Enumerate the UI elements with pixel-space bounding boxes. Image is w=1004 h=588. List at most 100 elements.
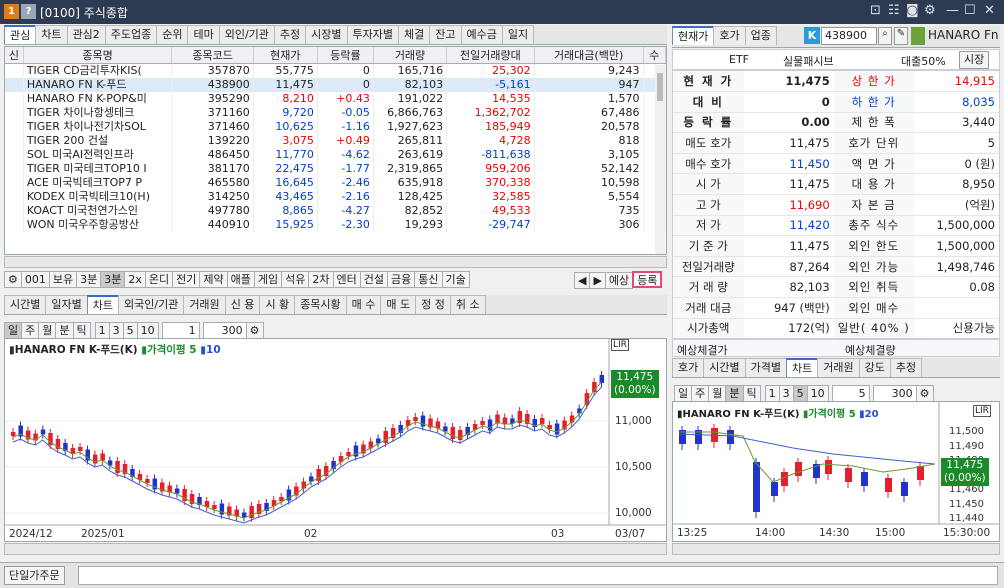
table-row[interactable]: HANARO FN K-푸드 438900 11,475 0 82,103 -5,161 9… xyxy=(5,78,666,92)
next-arrow-icon[interactable]: ▶ xyxy=(589,272,606,289)
column-header[interactable]: 종목코드 xyxy=(171,47,254,64)
period-button[interactable]: 주 xyxy=(691,385,710,402)
interval-button[interactable]: 3 xyxy=(778,385,794,402)
group-button[interactable]: 애플 xyxy=(226,271,255,288)
tab-5[interactable]: 테마 xyxy=(187,25,220,44)
watchlist-hscroll[interactable] xyxy=(4,256,667,268)
quote-tab-2[interactable]: 업종 xyxy=(744,26,777,45)
mini-tab-6[interactable]: 추정 xyxy=(889,358,923,377)
interval-button[interactable]: 1 xyxy=(94,322,110,339)
table-row[interactable]: ACE 미국빅테크TOP7 P 465580 16,645 -2.46 635,918 3… xyxy=(5,176,666,190)
column-header[interactable]: 거래량 xyxy=(373,47,448,64)
column-header[interactable]: 신 xyxy=(5,47,24,64)
table-row[interactable]: TIGER 200 건설 139220 3,075 +0.49 265,811 4,728… xyxy=(5,134,666,148)
tab-9[interactable]: 투자자별 xyxy=(346,25,400,44)
column-header[interactable]: 등락률 xyxy=(317,47,374,64)
interval-select[interactable]: 5 xyxy=(831,385,870,402)
group-button[interactable]: 게임 xyxy=(253,271,283,288)
register-button[interactable]: 등록 xyxy=(632,271,663,288)
prev-arrow-icon[interactable]: ◀ xyxy=(574,272,591,289)
help-icon[interactable]: ? xyxy=(21,4,36,19)
subtab-9[interactable]: 매 도 xyxy=(380,295,417,314)
interval-button[interactable]: 10 xyxy=(806,385,829,402)
table-row[interactable]: KODEX 미국빅테크10(H) 314250 43,465 -2.16 128,425… xyxy=(5,190,666,204)
mini-tab-2[interactable]: 가격별 xyxy=(744,358,787,377)
maximize-icon[interactable]: ☐ xyxy=(964,3,976,18)
group-button[interactable]: 금융 xyxy=(387,271,416,288)
period-button[interactable]: 분 xyxy=(725,385,744,402)
tab-10[interactable]: 체결 xyxy=(398,25,431,44)
interval-button[interactable]: 1 xyxy=(764,385,780,402)
stock-code-input[interactable]: 438900 xyxy=(821,27,877,45)
group-button[interactable]: 001 xyxy=(20,271,50,288)
search-icon[interactable]: ⌕ xyxy=(878,27,892,45)
mini-option-box[interactable]: LIR xyxy=(973,405,991,417)
market-button[interactable]: 시장 xyxy=(959,51,990,69)
minimize-icon[interactable]: — xyxy=(946,3,959,18)
group-button[interactable]: 보유 xyxy=(48,271,78,288)
subtab-3[interactable]: 외국인/기관 xyxy=(118,295,185,314)
group-button[interactable]: 2x xyxy=(124,271,146,288)
chart-hscroll[interactable] xyxy=(4,543,667,555)
watchlist-scrollbar[interactable] xyxy=(655,65,665,254)
mini-hscroll[interactable] xyxy=(672,543,1000,555)
column-header[interactable]: 거래대금(백만) xyxy=(534,47,644,64)
group-button[interactable]: 석유 xyxy=(281,271,310,288)
group-button[interactable]: 건설 xyxy=(359,271,389,288)
table-row[interactable]: TIGER 차이나항셍테크 371160 9,720 -0.05 6,866,763 1,… xyxy=(5,106,666,120)
link-icon[interactable]: ⊡ xyxy=(870,3,881,18)
subtab-0[interactable]: 시간별 xyxy=(4,295,47,314)
group-button[interactable]: 2차 xyxy=(308,271,334,288)
tab-2[interactable]: 관심2 xyxy=(66,25,106,44)
period-button[interactable]: 틱 xyxy=(72,322,91,339)
period-button[interactable]: 분 xyxy=(55,322,74,339)
chart-option-box[interactable]: LIR xyxy=(611,339,629,351)
group-button[interactable]: 제약 xyxy=(199,271,228,288)
group-button[interactable]: 3분 xyxy=(100,271,126,288)
table-row[interactable]: TIGER 미국테크TOP10 I 381170 22,475 -1.77 2,319,… xyxy=(5,162,666,176)
subtab-5[interactable]: 신 용 xyxy=(224,295,261,314)
interval-button[interactable]: 5 xyxy=(792,385,808,402)
memo-icon[interactable]: ☷ xyxy=(888,3,900,18)
subtab-11[interactable]: 취 소 xyxy=(449,295,486,314)
chart-settings-icon[interactable]: ⚙ xyxy=(245,322,264,339)
tab-3[interactable]: 주도업종 xyxy=(104,25,158,44)
subtab-2[interactable]: 차트 xyxy=(86,295,119,314)
count-input[interactable]: 300 xyxy=(202,322,247,339)
group-button[interactable]: 통신 xyxy=(414,271,443,288)
group-button[interactable]: 기술 xyxy=(441,271,470,288)
tab-8[interactable]: 시장별 xyxy=(305,25,348,44)
camera-icon[interactable]: ◙ xyxy=(906,3,919,18)
interval-button[interactable]: 3 xyxy=(108,322,124,339)
column-header[interactable]: 수 xyxy=(643,47,666,64)
mini-tab-0[interactable]: 호가 xyxy=(672,358,705,377)
quote-tab-0[interactable]: 현재가 xyxy=(672,26,715,45)
column-header[interactable]: 현재가 xyxy=(253,47,318,64)
period-button[interactable]: 월 xyxy=(708,385,727,402)
k-icon[interactable]: K xyxy=(804,27,820,44)
group-button[interactable]: 3분 xyxy=(76,271,102,288)
count-input[interactable]: 300 xyxy=(872,385,917,402)
gear-icon[interactable]: ⚙ xyxy=(4,271,22,288)
period-button[interactable]: 일 xyxy=(4,322,23,339)
tab-0[interactable]: 관심 xyxy=(4,25,37,44)
daily-chart[interactable]: ▮HANARO FN K-푸드(K) ▮가격이평 5 ▮10 LIR 11,47… xyxy=(4,338,667,542)
interval-button[interactable]: 10 xyxy=(136,322,159,339)
settings-icon[interactable]: ⚙ xyxy=(924,3,936,18)
tab-6[interactable]: 외인/기관 xyxy=(218,25,275,44)
table-row[interactable]: SOL 미국AI전력인프라 486450 11,770 -4.62 263,619 -81… xyxy=(5,148,666,162)
intraday-chart[interactable]: ▮HANARO FN K-푸드(K) ▮가격이평 5 ▮20 LIR 11,50… xyxy=(672,401,1000,542)
subtab-1[interactable]: 일자별 xyxy=(45,295,88,314)
column-header[interactable]: 종목명 xyxy=(23,47,173,64)
tab-4[interactable]: 순위 xyxy=(156,25,189,44)
tab-1[interactable]: 차트 xyxy=(35,25,68,44)
column-header[interactable]: 전일거래량대 xyxy=(446,47,535,64)
subtab-4[interactable]: 거래원 xyxy=(183,295,226,314)
chart-settings-icon[interactable]: ⚙ xyxy=(915,385,934,402)
quote-tab-1[interactable]: 호가 xyxy=(713,26,746,45)
table-row[interactable]: TIGER CD금리투자KIS(357870 55,775 0 165,716 25,3… xyxy=(5,63,666,78)
table-row[interactable]: HANARO FN K-POP&미 395290 8,210 +0.43 191,022… xyxy=(5,92,666,106)
tab-7[interactable]: 추정 xyxy=(273,25,307,44)
group-button[interactable]: 온디 xyxy=(144,271,174,288)
interval-button[interactable]: 5 xyxy=(122,322,138,339)
